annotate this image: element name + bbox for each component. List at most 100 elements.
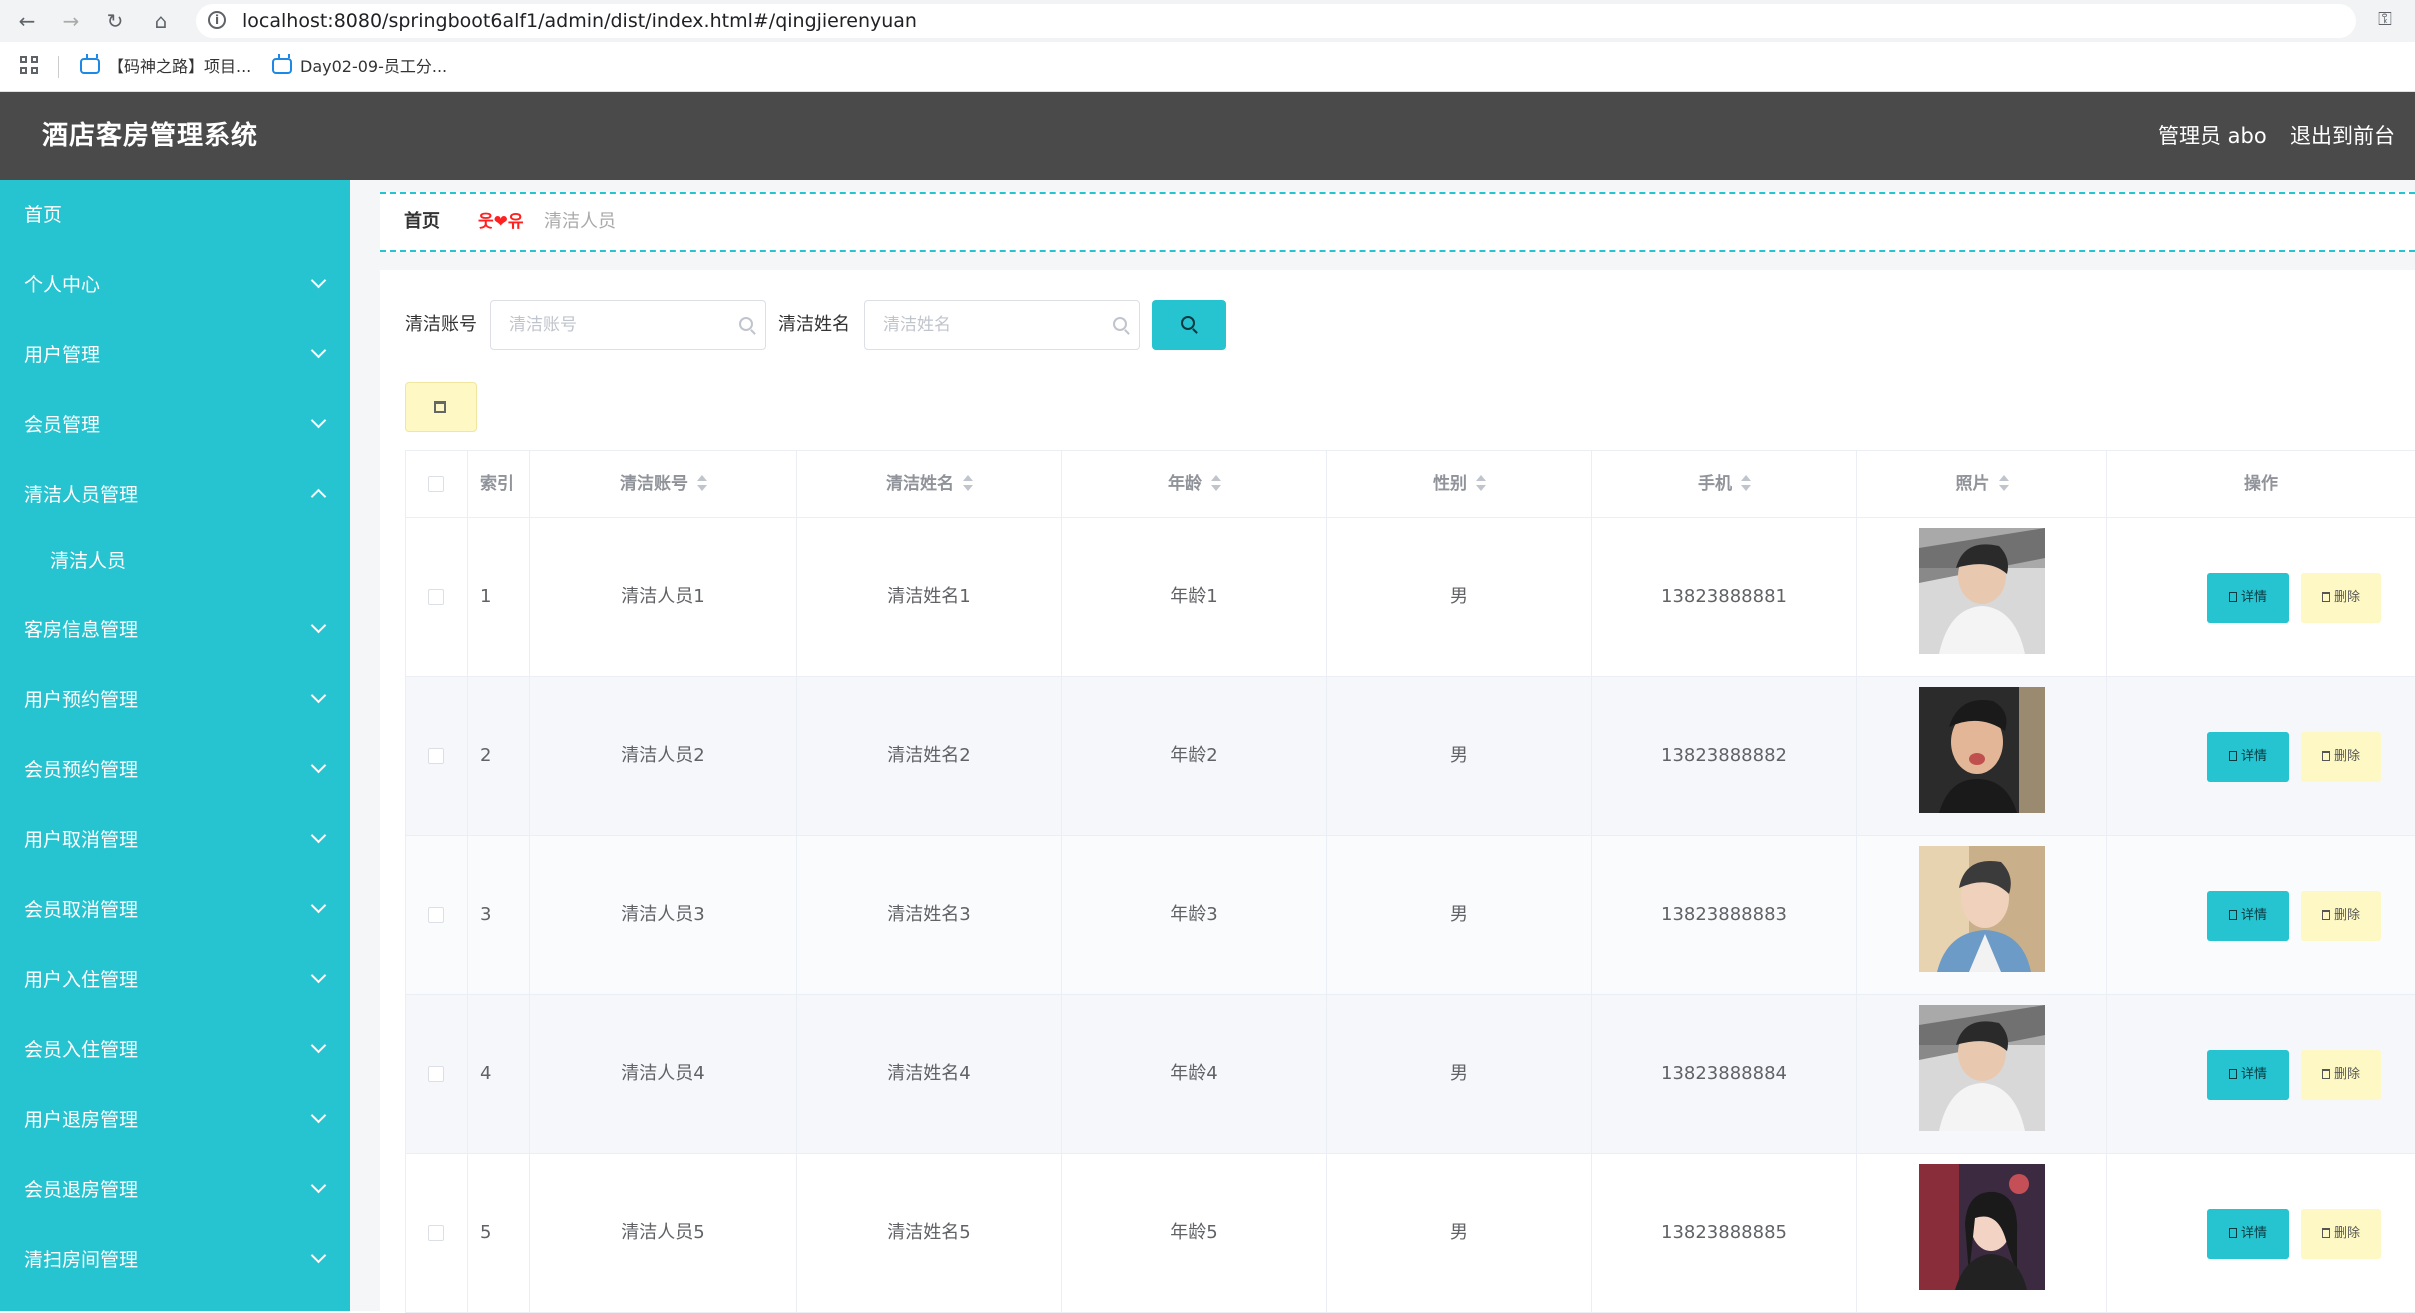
- home-icon[interactable]: ⌂: [146, 6, 176, 36]
- exit-to-frontend-link[interactable]: 退出到前台: [2290, 92, 2395, 180]
- sidebar: 首页 个人中心 用户管理 会员管理 清洁人员管理 清洁人员 客房信息管理 用户预…: [0, 180, 350, 1311]
- trash-icon: [2321, 1228, 2330, 1238]
- sidebar-item-label: 清洁人员管理: [24, 484, 139, 506]
- sidebar-item-user-booking[interactable]: 用户预约管理: [0, 665, 350, 735]
- name-cell: 清洁姓名2: [796, 677, 1061, 835]
- sidebar-subitem-cleaners[interactable]: 清洁人员: [0, 530, 350, 592]
- back-icon[interactable]: ←: [12, 6, 42, 36]
- header-photo[interactable]: 照片: [1856, 451, 2106, 517]
- sidebar-item-room-cleaning[interactable]: 清扫房间管理: [0, 1225, 350, 1295]
- content-panel: 清洁账号 清洁账号 清洁姓名 清洁姓名 索引 清洁账号 清洁姓名 年龄 性别 手…: [380, 270, 2415, 1313]
- chevron-down-icon: [310, 967, 327, 984]
- cleaner-photo[interactable]: [1919, 528, 2045, 654]
- cleaner-photo[interactable]: [1919, 1005, 2045, 1131]
- row-checkbox[interactable]: [428, 1066, 444, 1082]
- delete-button[interactable]: 删除: [2301, 891, 2381, 941]
- sidebar-item-cleaner-management[interactable]: 清洁人员管理: [0, 460, 350, 530]
- chevron-down-icon: [310, 687, 327, 704]
- reload-icon[interactable]: ↻: [100, 6, 130, 36]
- browser-toolbar: ← → ↻ ⌂ i localhost:8080/springboot6alf1…: [0, 0, 2415, 42]
- sidebar-item-user-management[interactable]: 用户管理: [0, 320, 350, 390]
- trash-icon: [2321, 910, 2330, 920]
- row-checkbox[interactable]: [428, 1225, 444, 1241]
- document-icon: [2228, 751, 2237, 761]
- sort-icon[interactable]: [1210, 475, 1221, 491]
- header-age[interactable]: 年龄: [1061, 451, 1326, 517]
- header-select-cell: [405, 451, 467, 517]
- name-search-input[interactable]: 清洁姓名: [864, 300, 1140, 350]
- name-cell: 清洁姓名3: [796, 836, 1061, 994]
- account-search-input[interactable]: 清洁账号: [490, 300, 766, 350]
- header-index: 索引: [467, 451, 529, 517]
- age-cell: 年龄1: [1061, 518, 1326, 676]
- row-checkbox[interactable]: [428, 589, 444, 605]
- gender-cell: 男: [1326, 995, 1591, 1153]
- index-cell: 2: [467, 677, 529, 835]
- detail-button[interactable]: 详情: [2207, 732, 2289, 782]
- detail-button[interactable]: 详情: [2207, 891, 2289, 941]
- bookmark-separator: [58, 56, 59, 78]
- batch-delete-button[interactable]: [405, 382, 477, 432]
- select-cell: [405, 836, 467, 994]
- sort-icon[interactable]: [1475, 475, 1486, 491]
- name-placeholder: 清洁姓名: [883, 315, 951, 335]
- header-account[interactable]: 清洁账号: [529, 451, 796, 517]
- detail-button[interactable]: 详情: [2207, 573, 2289, 623]
- sidebar-item-label: 用户管理: [24, 344, 101, 366]
- delete-button[interactable]: 删除: [2301, 573, 2381, 623]
- sidebar-item-user-checkin[interactable]: 用户入住管理: [0, 945, 350, 1015]
- cleaner-photo[interactable]: [1919, 687, 2045, 813]
- age-cell: 年龄3: [1061, 836, 1326, 994]
- cleaner-photo[interactable]: [1919, 1164, 2045, 1290]
- address-bar[interactable]: i localhost:8080/springboot6alf1/admin/d…: [196, 4, 2356, 38]
- row-checkbox[interactable]: [428, 907, 444, 923]
- delete-button[interactable]: 删除: [2301, 1209, 2381, 1259]
- header-gender[interactable]: 性别: [1326, 451, 1591, 517]
- document-icon: [2228, 1069, 2237, 1079]
- sort-icon[interactable]: [962, 475, 973, 491]
- sidebar-item-user-cancel[interactable]: 用户取消管理: [0, 805, 350, 875]
- sidebar-item-member-checkout[interactable]: 会员退房管理: [0, 1155, 350, 1225]
- search-button[interactable]: [1152, 300, 1226, 350]
- header-name[interactable]: 清洁姓名: [796, 451, 1061, 517]
- delete-button[interactable]: 删除: [2301, 1050, 2381, 1100]
- index-cell: 5: [467, 1154, 529, 1312]
- sort-icon[interactable]: [1998, 475, 2009, 491]
- header-phone[interactable]: 手机: [1591, 451, 1856, 517]
- apps-grid-icon[interactable]: [20, 56, 40, 76]
- phone-cell: 13823888883: [1591, 836, 1856, 994]
- breadcrumb-home[interactable]: 首页: [404, 194, 440, 250]
- select-all-checkbox[interactable]: [428, 476, 444, 492]
- password-key-icon[interactable]: ⚿: [2371, 8, 2399, 32]
- photo-cell: [1856, 836, 2106, 994]
- sidebar-item-room-info[interactable]: 客房信息管理: [0, 595, 350, 665]
- sidebar-item-member-cancel[interactable]: 会员取消管理: [0, 875, 350, 945]
- phone-cell: 13823888884: [1591, 995, 1856, 1153]
- sidebar-item-user-checkout[interactable]: 用户退房管理: [0, 1085, 350, 1155]
- chevron-down-icon: [310, 827, 327, 844]
- account-filter-label: 清洁账号: [405, 314, 477, 335]
- site-info-icon[interactable]: i: [208, 11, 226, 29]
- detail-button[interactable]: 详情: [2207, 1209, 2289, 1259]
- sidebar-item-home[interactable]: 首页: [0, 180, 350, 250]
- sidebar-item-label: 会员退房管理: [24, 1179, 139, 1201]
- app-header: 酒店客房管理系统 管理员 abo 退出到前台: [0, 92, 2415, 180]
- cleaner-photo[interactable]: [1919, 846, 2045, 972]
- sort-icon[interactable]: [696, 475, 707, 491]
- detail-button[interactable]: 详情: [2207, 1050, 2289, 1100]
- account-cell: 清洁人员4: [529, 995, 796, 1153]
- table-row: 5 清洁人员5 清洁姓名5 年龄5 男 13823888885 详情 删除: [405, 1154, 2415, 1313]
- sidebar-item-member-management[interactable]: 会员管理: [0, 390, 350, 460]
- actions-cell: 详情 删除: [2106, 677, 2415, 835]
- sidebar-item-label: 客房信息管理: [24, 619, 139, 641]
- forward-icon[interactable]: →: [56, 6, 86, 36]
- delete-button[interactable]: 删除: [2301, 732, 2381, 782]
- main-content: 首页 웃❤유 清洁人员 清洁账号 清洁账号 清洁姓名 清洁姓名 索引 清洁账号 …: [350, 180, 2415, 1313]
- row-checkbox[interactable]: [428, 748, 444, 764]
- sort-icon[interactable]: [1740, 475, 1751, 491]
- sidebar-item-member-checkin[interactable]: 会员入住管理: [0, 1015, 350, 1085]
- bookmark-item[interactable]: 【码神之路】项目...: [80, 54, 251, 80]
- bookmark-item[interactable]: Day02-09-员工分...: [272, 54, 447, 80]
- sidebar-item-member-booking[interactable]: 会员预约管理: [0, 735, 350, 805]
- sidebar-item-personal-center[interactable]: 个人中心: [0, 250, 350, 320]
